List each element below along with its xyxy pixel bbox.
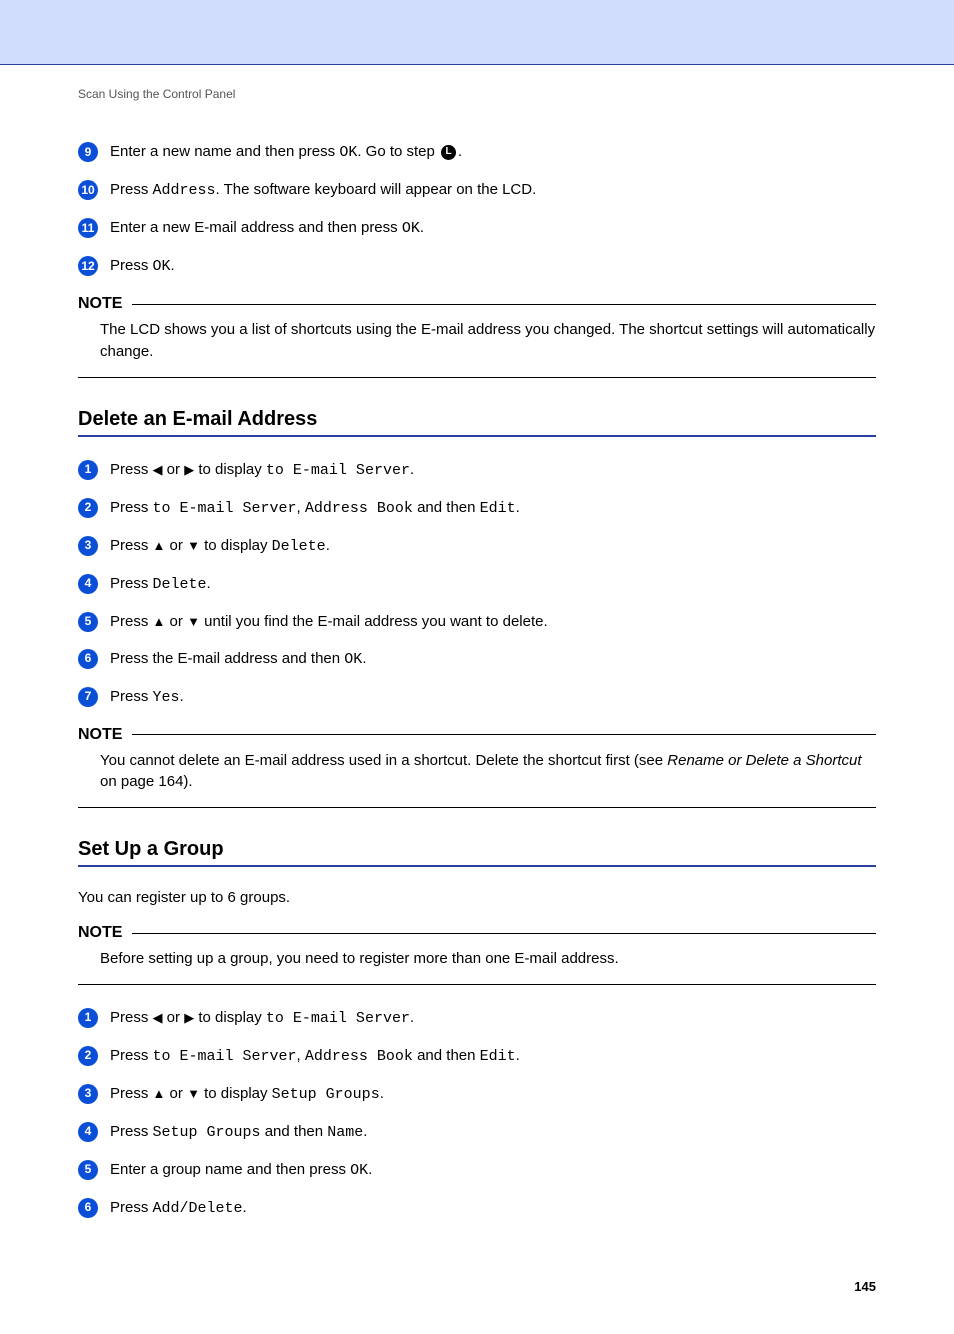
note-block-3: NOTE Before setting up a group, you need… (78, 924, 876, 985)
note-block-1: NOTE The LCD shows you a list of shortcu… (78, 295, 876, 378)
step-12: 12 Press OK. (78, 255, 876, 277)
step-bullet: 2 (78, 498, 98, 518)
note-citation: Rename or Delete a Shortcut (667, 752, 861, 769)
step-text: Press ▲ or ▼ to display Delete. (110, 535, 876, 557)
step-bullet: 3 (78, 536, 98, 556)
step-text: Press ▲ or ▼ until you find the E-mail a… (110, 611, 876, 632)
step-bullet: 4 (78, 574, 98, 594)
note-body: You cannot delete an E-mail address used… (78, 750, 876, 809)
step-bullet: 12 (78, 256, 98, 276)
step-text: Press to E-mail Server, Address Book and… (110, 497, 876, 519)
section-heading-group: Set Up a Group (78, 838, 876, 861)
note-body: Before setting up a group, you need to r… (78, 948, 876, 985)
section-rule (78, 435, 876, 437)
left-arrow-icon: ◀ (153, 1010, 163, 1025)
step-bullet: 3 (78, 1084, 98, 1104)
step-text: Enter a new name and then press OK. Go t… (110, 141, 876, 163)
steps-continued: 9 Enter a new name and then press OK. Go… (78, 141, 876, 277)
step-4: 4 Press Delete. (78, 573, 876, 595)
step-5: 5 Enter a group name and then press OK. (78, 1159, 876, 1181)
note-label: NOTE (78, 295, 122, 313)
step-bullet: 1 (78, 1008, 98, 1028)
step-text: Press Address. The software keyboard wil… (110, 179, 876, 201)
step-11: 11 Enter a new E-mail address and then p… (78, 217, 876, 239)
step-2: 2 Press to E-mail Server, Address Book a… (78, 1045, 876, 1067)
step-bullet: 10 (78, 180, 98, 200)
step-bullet: 5 (78, 1160, 98, 1180)
right-arrow-icon: ▶ (184, 1010, 194, 1025)
step-bullet: 6 (78, 649, 98, 669)
breadcrumb: Scan Using the Control Panel (78, 87, 876, 101)
up-arrow-icon: ▲ (153, 614, 166, 629)
step-4: 4 Press Setup Groups and then Name. (78, 1121, 876, 1143)
step-bullet: 4 (78, 1122, 98, 1142)
step-bullet: 6 (78, 1198, 98, 1218)
step-bullet: 7 (78, 687, 98, 707)
steps-group: 1 Press ◀ or ▶ to display to E-mail Serv… (78, 1007, 876, 1219)
step-bullet: 1 (78, 460, 98, 480)
step-text: Press OK. (110, 255, 876, 277)
step-3: 3 Press ▲ or ▼ to display Setup Groups. (78, 1083, 876, 1105)
header-band (0, 0, 954, 65)
note-block-2: NOTE You cannot delete an E-mail address… (78, 726, 876, 809)
step-3: 3 Press ▲ or ▼ to display Delete. (78, 535, 876, 557)
step-6: 6 Press the E-mail address and then OK. (78, 648, 876, 670)
note-rule (132, 933, 876, 934)
page-number: 145 (78, 1279, 876, 1294)
page-content: Scan Using the Control Panel 6 9 Enter a… (0, 65, 954, 1334)
down-arrow-icon: ▼ (187, 1086, 200, 1101)
note-rule (132, 734, 876, 735)
note-body: The LCD shows you a list of shortcuts us… (78, 319, 876, 378)
note-label: NOTE (78, 726, 122, 744)
step-9: 9 Enter a new name and then press OK. Go… (78, 141, 876, 163)
step-bullet: 5 (78, 612, 98, 632)
down-arrow-icon: ▼ (187, 538, 200, 553)
up-arrow-icon: ▲ (153, 538, 166, 553)
right-arrow-icon: ▶ (184, 462, 194, 477)
group-intro: You can register up to 6 groups. (78, 889, 876, 906)
step-text: Enter a group name and then press OK. (110, 1159, 876, 1181)
steps-delete: 1 Press ◀ or ▶ to display to E-mail Serv… (78, 459, 876, 708)
step-1: 1 Press ◀ or ▶ to display to E-mail Serv… (78, 459, 876, 481)
step-text: Enter a new E-mail address and then pres… (110, 217, 876, 239)
step-text: Press ◀ or ▶ to display to E-mail Server… (110, 459, 876, 481)
section-rule (78, 865, 876, 867)
step-text: Press Yes. (110, 686, 876, 708)
step-text: Press Add/Delete. (110, 1197, 876, 1219)
step-5: 5 Press ▲ or ▼ until you find the E-mail… (78, 611, 876, 632)
step-6: 6 Press Add/Delete. (78, 1197, 876, 1219)
left-arrow-icon: ◀ (153, 462, 163, 477)
step-1: 1 Press ◀ or ▶ to display to E-mail Serv… (78, 1007, 876, 1029)
step-text: Press Delete. (110, 573, 876, 595)
step-bullet: 9 (78, 142, 98, 162)
step-7: 7 Press Yes. (78, 686, 876, 708)
step-text: Press ▲ or ▼ to display Setup Groups. (110, 1083, 876, 1105)
up-arrow-icon: ▲ (153, 1086, 166, 1101)
step-text: Press ◀ or ▶ to display to E-mail Server… (110, 1007, 876, 1029)
down-arrow-icon: ▼ (187, 614, 200, 629)
step-ref-icon: L (441, 145, 456, 160)
section-heading-delete: Delete an E-mail Address (78, 408, 876, 431)
step-10: 10 Press Address. The software keyboard … (78, 179, 876, 201)
step-text: Press Setup Groups and then Name. (110, 1121, 876, 1143)
note-rule (132, 304, 876, 305)
step-2: 2 Press to E-mail Server, Address Book a… (78, 497, 876, 519)
step-bullet: 11 (78, 218, 98, 238)
note-label: NOTE (78, 924, 122, 942)
step-text: Press the E-mail address and then OK. (110, 648, 876, 670)
step-text: Press to E-mail Server, Address Book and… (110, 1045, 876, 1067)
step-bullet: 2 (78, 1046, 98, 1066)
